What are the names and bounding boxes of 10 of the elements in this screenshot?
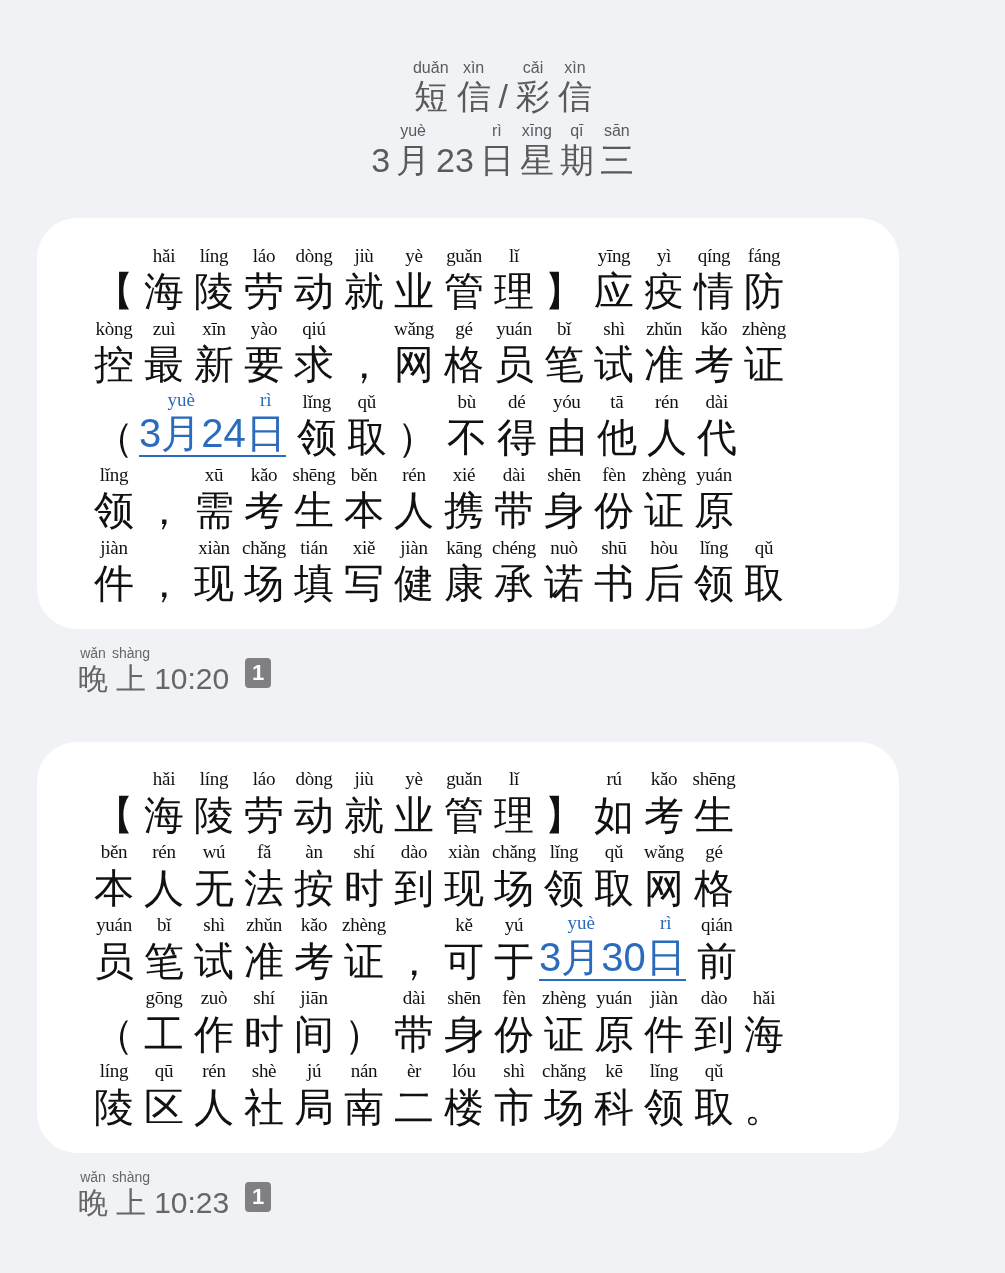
message-time: wǎn 晚 shàng 上 10:23 [78,1169,230,1220]
message-time: wǎn 晚 shàng 上 10:20 [78,645,230,697]
sim-badge: 1 [245,1181,272,1212]
app-title: duǎn 短 xìn 信 / cǎi 彩 xìn 信 [412,58,592,116]
sim-badge: 1 [245,658,272,689]
date-link[interactable]: 3 yuè 月 30 rì 日 [539,912,686,982]
message-text: 【 hǎi 海 líng 陵 láo 劳 dòng 动 jiù 就 yè 业 guǎn 管 lǐ 理 】 yīng 应 yì 疫 qíng 情 fáng 防 kòng 控 zuì 最 xīn 新 yào 要 qiú 求 ， wǎng 网 gé 格 yuán 员 bǐ 笔 shì 试 zhǔn 准 kǎo 考 zhèng 证 （3 yuè 月 24 rì 日 lǐng 领 qǔ 取 ） bù 不 dé 得 yóu 由 tā 他 rén 人 dài 代 lǐng 领 ， xū 需 kǎo 考 shēng 生 běn 本 rén 人 xié 携 dài 带 shēn 身 fèn 份 zhèng 证 yuán 原 jiàn 件 ， xiàn 现 chǎng 场 tián 填 xiě 写 jiàn 健 kāng 康 chéng 承 nuò 诺 shū 书 hòu 后 lǐng 领 qǔ 取 [93,243,787,608]
date-link[interactable]: 3 yuè 月 24 rì 日 [139,388,286,458]
message-text: 【 hǎi 海 líng 陵 láo 劳 dòng 动 jiù 就 yè 业 guǎn 管 lǐ 理 】 rú 如 kǎo 考 shēng 生 běn 本 rén 人 wú 无 fǎ 法 àn 按 shí 时 dào 到 xiàn 现 chǎng 场 lǐng 领 qǔ 取 wǎng 网 gé 格 yuán 员 bǐ 笔 shì 试 zhǔn 准 kǎo 考 zhèng 证 ， kě 可 yú 于3 yuè 月 30 rì 日 qián 前 （ gōng 工 zuò 作 shí 时 jiān 间 ） dài 带 shēn 身 fèn 份 zhèng 证 yuán 原 jiàn 件 dào 到 hǎi 海 líng 陵 qū 区 rén 人 shè 社 jú 局 nán 南 èr 二 lóu 楼 shì 市 chǎng 场 kē 科 lǐng 领 qǔ 取 。 [93,767,785,1132]
conversation-date: 3 yuè 月 23 rì 日 xīng 星 qī 期 sān 三 [371,121,634,181]
